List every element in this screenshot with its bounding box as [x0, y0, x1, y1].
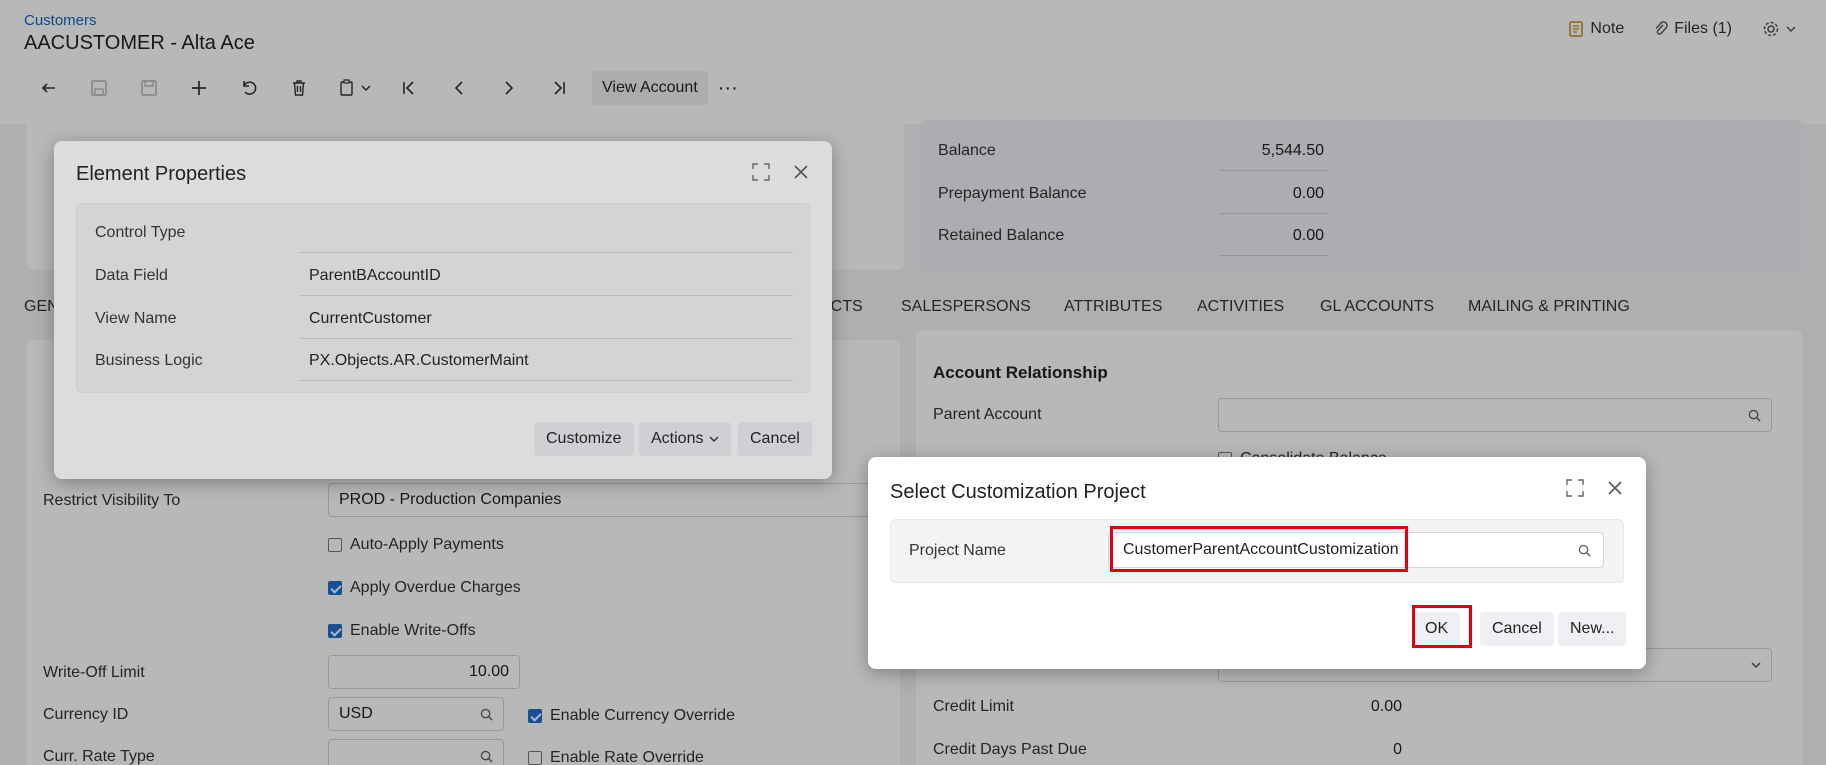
actions-menu-button[interactable]: Actions	[639, 422, 732, 456]
divider	[299, 338, 793, 339]
dialog-title: Select Customization Project	[890, 481, 1146, 503]
actions-label: Actions	[651, 430, 704, 447]
maximize-icon[interactable]	[1566, 479, 1584, 497]
control-type-label: Control Type	[95, 224, 186, 241]
view-name-value: CurrentCustomer	[309, 310, 432, 327]
divider	[299, 252, 793, 253]
business-logic-value: PX.Objects.AR.CustomerMaint	[309, 352, 529, 369]
divider	[299, 380, 793, 381]
cancel-button[interactable]: Cancel	[1480, 612, 1554, 646]
search-icon[interactable]	[1578, 544, 1591, 557]
chevron-down-icon	[709, 436, 719, 443]
close-icon[interactable]	[792, 163, 810, 181]
data-field-value: ParentBAccountID	[309, 267, 441, 284]
dialog-controls	[1566, 479, 1624, 497]
new-project-button[interactable]: New...	[1558, 612, 1627, 646]
close-icon[interactable]	[1606, 479, 1624, 497]
properties-grid: Control Type Data Field ParentBAccountID…	[76, 203, 810, 393]
customize-button[interactable]: Customize	[534, 422, 634, 456]
element-properties-dialog: Element Properties Control Type Data Fie…	[54, 141, 832, 479]
maximize-icon[interactable]	[752, 163, 770, 181]
ok-button-highlight	[1412, 605, 1472, 648]
project-name-label: Project Name	[909, 542, 1006, 559]
data-field-label: Data Field	[95, 267, 168, 284]
dialog-title: Element Properties	[76, 163, 247, 185]
view-name-label: View Name	[95, 310, 177, 327]
dialog-controls	[752, 163, 810, 181]
business-logic-label: Business Logic	[95, 352, 203, 369]
cancel-button[interactable]: Cancel	[738, 422, 812, 456]
project-name-highlight	[1110, 526, 1408, 572]
divider	[299, 295, 793, 296]
